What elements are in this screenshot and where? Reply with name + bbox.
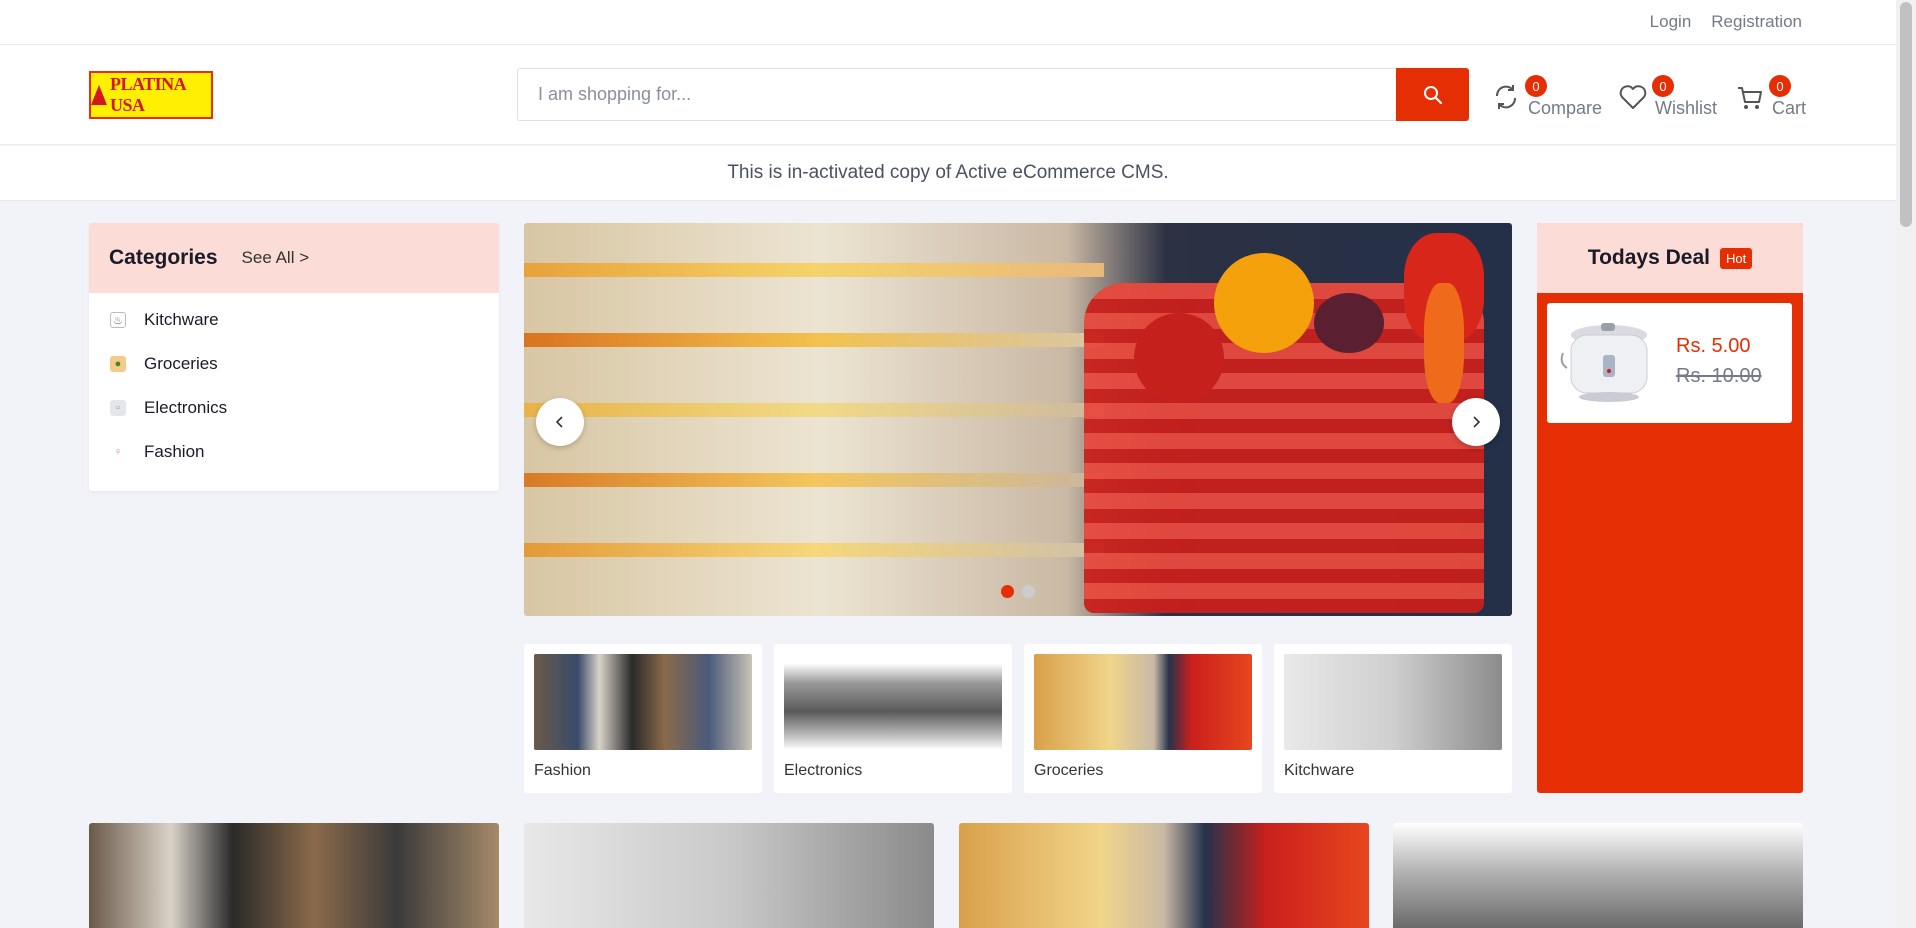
slider-next-button[interactable] [1452, 398, 1500, 446]
wishlist-count-badge: 0 [1652, 75, 1674, 97]
compare-icon: 0 [1491, 75, 1547, 112]
electronics-icon: ▫ [110, 400, 126, 416]
auth-links: Login Registration [1650, 0, 1802, 44]
see-all-link[interactable]: See All > [242, 248, 310, 268]
tile-image [784, 654, 1002, 750]
registration-link[interactable]: Registration [1711, 12, 1802, 32]
category-label: Fashion [144, 442, 205, 461]
category-item-kitchware[interactable]: ♨ Kitchware [89, 298, 499, 342]
slider-dots [1001, 585, 1035, 598]
category-item-electronics[interactable]: ▫ Electronics [89, 386, 499, 430]
cart-count-badge: 0 [1769, 75, 1791, 97]
wishlist-button[interactable]: 0 Wishlist [1618, 72, 1717, 122]
tile-label: Groceries [1034, 762, 1104, 779]
category-label: Groceries [144, 354, 218, 373]
slide-image-fruit [1424, 283, 1464, 403]
activation-notice: This is in-activated copy of Active eCom… [0, 146, 1896, 201]
categories-header: Categories See All > [89, 223, 499, 293]
todays-deal-panel: Todays Deal Hot Rs. 5.00 Rs. 10.00 [1537, 223, 1803, 793]
slide-image-shelf [524, 543, 1104, 557]
logo-mark-icon [91, 85, 107, 105]
fashion-icon: ♀ [113, 446, 123, 458]
slide-image-fruit [1214, 253, 1314, 353]
tile-image [1284, 654, 1502, 750]
site-logo[interactable]: PLATINA USA [89, 71, 213, 119]
banner-groceries[interactable] [959, 823, 1369, 928]
compare-button[interactable]: 0 Compare [1491, 72, 1602, 122]
category-item-fashion[interactable]: ♀ Fashion [89, 430, 499, 474]
wishlist-label: Wishlist [1655, 97, 1717, 118]
grocery-bag-icon: ● [110, 356, 126, 372]
search-button[interactable] [1396, 68, 1469, 121]
slider-dot[interactable] [1022, 585, 1035, 598]
chevron-left-icon [555, 416, 563, 428]
slide-image-fruit [1134, 313, 1224, 403]
cart-label: Cart [1772, 97, 1807, 118]
search-input[interactable] [517, 68, 1396, 121]
category-item-groceries[interactable]: ● Groceries [89, 342, 499, 386]
category-tile-electronics[interactable]: Electronics [774, 644, 1012, 793]
compare-label: Compare [1528, 97, 1603, 118]
category-label: Electronics [144, 398, 228, 417]
compare-count-badge: 0 [1525, 75, 1547, 97]
tile-image [1034, 654, 1252, 750]
deal-product-card[interactable]: Rs. 5.00 Rs. 10.00 [1547, 303, 1792, 423]
tile-image [534, 654, 752, 750]
cart-icon: 0 [1735, 75, 1791, 112]
slider-prev-button[interactable] [536, 398, 584, 446]
todays-deal-title: Todays Deal [1587, 246, 1710, 269]
scrollbar-thumb[interactable] [1900, 2, 1912, 227]
categories-title: Categories [109, 246, 218, 269]
slide-image-shelf [524, 473, 1104, 487]
login-link[interactable]: Login [1650, 12, 1692, 32]
top-bar: Login Registration [0, 0, 1896, 45]
banner-fashion[interactable] [89, 823, 499, 928]
header: PLATINA USA 0 Compare 0 [0, 45, 1896, 145]
rice-cooker-image [1560, 323, 1648, 402]
todays-deal-header: Todays Deal Hot [1537, 223, 1803, 293]
cart-button[interactable]: 0 Cart [1735, 72, 1806, 122]
category-list: ♨ Kitchware ● Groceries ▫ Electronics ♀ … [89, 293, 499, 474]
slide-image-shelf [524, 263, 1104, 277]
hero-slider[interactable] [524, 223, 1512, 616]
category-tile-kitchware[interactable]: Kitchware [1274, 644, 1512, 793]
page-scrollbar[interactable] [1896, 0, 1916, 928]
search-icon [1423, 85, 1442, 104]
tile-label: Electronics [784, 762, 863, 779]
slider-dot[interactable] [1001, 585, 1014, 598]
slide-image-fruit [1314, 293, 1384, 353]
slide-image-shelf [524, 403, 1104, 417]
hot-badge: Hot [1719, 247, 1753, 269]
banner-electronics[interactable] [1393, 823, 1803, 928]
banner-cookware[interactable] [524, 823, 934, 928]
chevron-right-icon [1473, 416, 1481, 428]
category-tile-fashion[interactable]: Fashion [524, 644, 762, 793]
category-label: Kitchware [144, 310, 219, 329]
heart-icon: 0 [1618, 75, 1674, 112]
chef-hat-icon: ♨ [110, 312, 126, 328]
category-tile-groceries[interactable]: Groceries [1024, 644, 1262, 793]
logo-text: PLATINA USA [110, 74, 186, 115]
deal-price: Rs. 5.00 [1676, 335, 1751, 357]
tile-label: Kitchware [1284, 762, 1355, 779]
categories-panel: Categories See All > ♨ Kitchware ● Groce… [89, 223, 499, 491]
slide-image-shelf [524, 333, 1104, 347]
deal-old-price: Rs. 10.00 [1676, 365, 1762, 387]
search-bar [517, 68, 1469, 121]
tile-label: Fashion [534, 762, 591, 779]
